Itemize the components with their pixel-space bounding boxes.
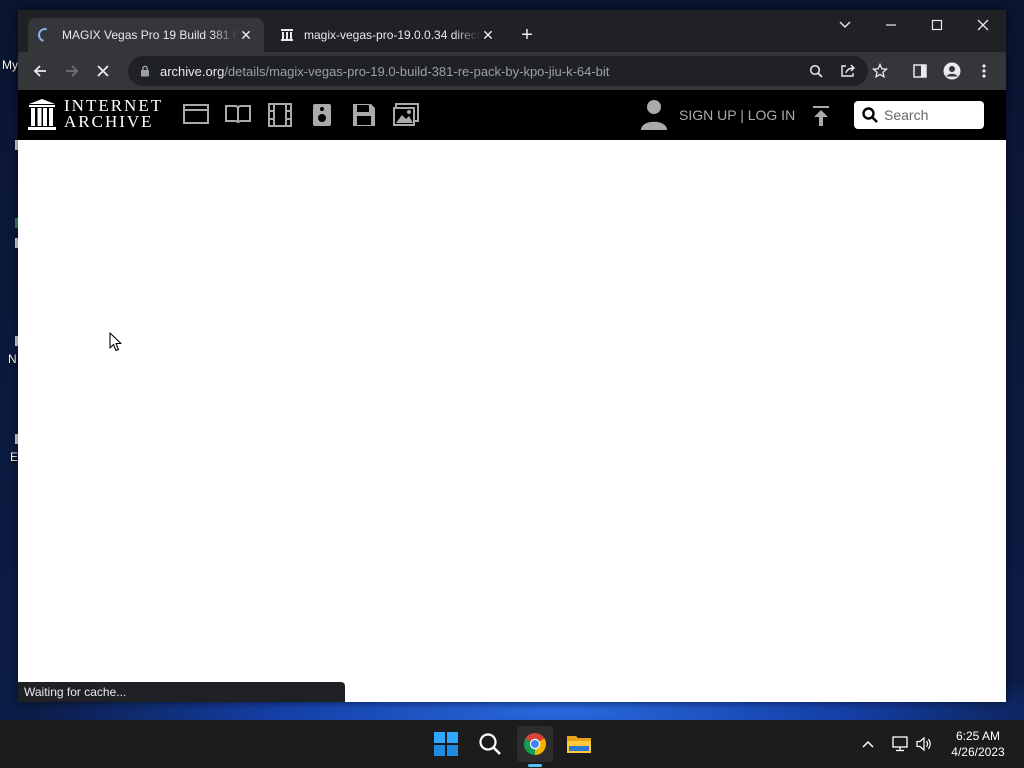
upload-icon[interactable] [812,105,830,132]
close-tab-icon[interactable]: ✕ [238,27,254,43]
user-avatar-icon[interactable] [640,99,668,136]
signup-login-link[interactable]: SIGN UP | LOG IN [679,107,795,123]
status-bubble: Waiting for cache... [18,682,345,702]
search-input[interactable] [884,107,980,123]
archive-logo-text[interactable]: INTERNET ARCHIVE [64,97,163,131]
lock-icon[interactable] [140,65,150,77]
texts-icon[interactable] [225,103,251,127]
mouse-cursor-icon [109,332,122,357]
profile-icon[interactable] [938,57,966,85]
desktop-icon-label[interactable]: My [2,58,18,72]
browser-toolbar: archive.org/details/magix-vegas-pro-19.0… [18,52,1006,90]
bookmark-star-icon[interactable] [866,57,894,85]
search-icon[interactable] [472,726,508,762]
chrome-icon[interactable] [517,726,553,762]
url-domain: archive.org [160,63,225,79]
back-icon[interactable] [26,57,54,85]
volume-icon[interactable] [914,734,934,754]
archive-logo-icon[interactable] [28,99,56,136]
show-hidden-icons-chevron-up-icon[interactable] [858,734,878,754]
desktop-icon-label[interactable]: N [8,352,17,366]
loading-spinner-icon [35,25,55,45]
minimize-icon[interactable] [868,10,914,40]
clock-date: 4/26/2023 [951,745,1005,759]
clock-time: 6:25 AM [955,729,1001,743]
software-icon[interactable] [351,103,377,127]
archive-search-box[interactable] [854,101,984,129]
active-app-indicator [528,764,542,767]
forward-icon[interactable] [58,57,86,85]
tab-magix-vegas[interactable]: MAGIX Vegas Pro 19 Build 381 64 ✕ [28,18,264,52]
logo-line-2: ARCHIVE [64,112,154,131]
archive-favicon-icon [280,28,294,42]
tab-search-dropdown-icon[interactable] [822,10,868,40]
zoom-search-icon[interactable] [802,57,830,85]
new-tab-button[interactable]: + [516,24,538,46]
network-icon[interactable] [890,734,910,754]
tab-title: magix-vegas-pro-19.0.0.34 direct [304,28,480,42]
stop-loading-icon[interactable] [89,57,117,85]
tab-strip: MAGIX Vegas Pro 19 Build 381 64 ✕ magix-… [18,10,1006,52]
tab-title: MAGIX Vegas Pro 19 Build 381 64 [62,28,238,42]
browser-window: MAGIX Vegas Pro 19 Build 381 64 ✕ magix-… [18,10,1006,702]
web-icon[interactable] [183,103,209,127]
search-icon [862,107,878,123]
desktop-icon-label[interactable]: E [10,450,18,464]
tab-magix-direct[interactable]: magix-vegas-pro-19.0.0.34 direct ✕ [270,18,506,52]
page-content [18,140,1006,702]
side-panel-icon[interactable] [906,57,934,85]
images-icon[interactable] [393,103,419,127]
close-window-icon[interactable] [960,10,1006,40]
close-tab-icon[interactable]: ✕ [480,27,496,43]
address-bar[interactable]: archive.org/details/magix-vegas-pro-19.0… [128,56,868,86]
maximize-icon[interactable] [914,10,960,40]
menu-dots-icon[interactable] [970,57,998,85]
archive-header: INTERNET ARCHIVE SIGN UP | LOG IN [18,90,1006,140]
audio-icon[interactable] [309,103,335,127]
video-icon[interactable] [267,103,293,127]
taskbar-clock[interactable]: 6:25 AM 4/26/2023 [944,728,1012,760]
start-icon[interactable] [428,726,464,762]
share-icon[interactable] [834,57,862,85]
file-explorer-icon[interactable] [561,726,597,762]
url-path: /details/magix-vegas-pro-19.0-build-381-… [224,63,610,79]
taskbar: 6:25 AM 4/26/2023 [0,720,1024,768]
